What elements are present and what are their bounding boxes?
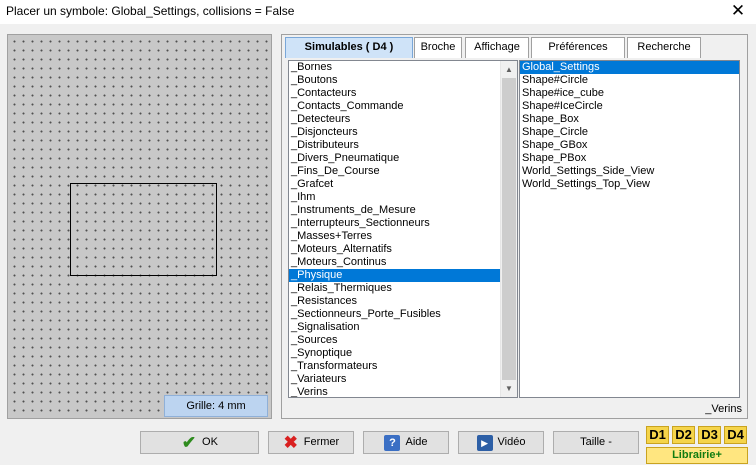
- symbol-list-item[interactable]: World_Settings_Side_View: [520, 165, 739, 178]
- grid-size-label[interactable]: Grille: 4 mm: [164, 395, 268, 417]
- category-list-item[interactable]: _Fins_De_Course: [289, 165, 517, 178]
- symbol-list-item[interactable]: World_Settings_Top_View: [520, 178, 739, 191]
- close-icon[interactable]: ✕: [728, 1, 748, 21]
- tab-affichage[interactable]: Affichage: [465, 37, 529, 58]
- category-list-item[interactable]: _Transformateurs: [289, 360, 517, 373]
- video-button[interactable]: ▶ Vidéo: [458, 431, 544, 454]
- scroll-up-icon[interactable]: ▲: [501, 61, 517, 78]
- category-list-item[interactable]: _Interrupteurs_Sectionneurs: [289, 217, 517, 230]
- scroll-down-icon[interactable]: ▼: [501, 380, 517, 397]
- size-button[interactable]: Taille -: [553, 431, 639, 454]
- category-list-item[interactable]: _Masses+Terres: [289, 230, 517, 243]
- symbol-list-item[interactable]: Shape#IceCircle: [520, 100, 739, 113]
- close-label: Fermer: [303, 436, 340, 448]
- category-items: _Bornes _Boutons _Contacteurs _Contacts_Com…: [289, 61, 517, 397]
- help-icon: ?: [384, 434, 401, 451]
- category-list-item[interactable]: _Contacteurs: [289, 87, 517, 100]
- scroll-thumb[interactable]: [502, 78, 516, 380]
- symbol-list-item[interactable]: Shape_PBox: [520, 152, 739, 165]
- symbol-list-item[interactable]: Shape#Circle: [520, 74, 739, 87]
- library-d2-button[interactable]: D2: [672, 426, 695, 444]
- category-list-item[interactable]: _Contacts_Commande: [289, 100, 517, 113]
- category-list-item[interactable]: _Synoptique: [289, 347, 517, 360]
- category-list-item[interactable]: _Bornes: [289, 61, 517, 74]
- category-list-item[interactable]: _Variateurs: [289, 373, 517, 386]
- category-list-item[interactable]: _Distributeurs: [289, 139, 517, 152]
- symbol-items: Global_Settings Shape#Circle Shape#ice_cub…: [520, 61, 739, 191]
- help-button[interactable]: ? Aide: [363, 431, 449, 454]
- category-list-item[interactable]: _Sources: [289, 334, 517, 347]
- placement-canvas[interactable]: [7, 34, 272, 419]
- tab-broche[interactable]: Broche: [414, 37, 462, 58]
- current-library-label: _Verins: [705, 403, 742, 415]
- category-list-item[interactable]: _Moteurs_Continus: [289, 256, 517, 269]
- window-title: Placer un symbole: Global_Settings, coll…: [6, 4, 295, 18]
- category-scrollbar[interactable]: ▲ ▼: [500, 61, 517, 397]
- category-list-item[interactable]: _Instruments_de_Mesure: [289, 204, 517, 217]
- size-label: Taille -: [580, 436, 612, 448]
- symbol-list[interactable]: Global_Settings Shape#Circle Shape#ice_cub…: [519, 60, 740, 398]
- category-list-item[interactable]: _Detecteurs: [289, 113, 517, 126]
- category-list-item[interactable]: _Resistances: [289, 295, 517, 308]
- tab-simulables[interactable]: Simulables ( D4 ): [285, 37, 413, 58]
- category-list-item[interactable]: _Signalisation: [289, 321, 517, 334]
- category-list-item[interactable]: _Moteurs_Alternatifs: [289, 243, 517, 256]
- symbol-list-item[interactable]: Global_Settings: [520, 61, 739, 74]
- library-d3-button[interactable]: D3: [698, 426, 721, 444]
- check-icon: ✔: [181, 432, 197, 452]
- category-list[interactable]: _Bornes _Boutons _Contacteurs _Contacts_Com…: [288, 60, 518, 398]
- close-button[interactable]: ✖ Fermer: [268, 431, 354, 454]
- ok-button[interactable]: ✔ OK: [140, 431, 259, 454]
- library-d4-button[interactable]: D4: [724, 426, 747, 444]
- category-list-item[interactable]: _Sectionneurs_Porte_Fusibles: [289, 308, 517, 321]
- library-plus-button[interactable]: Librairie+: [646, 447, 748, 464]
- title-bar: Placer un symbole: Global_Settings, coll…: [0, 0, 756, 24]
- symbol-list-item[interactable]: Shape_Circle: [520, 126, 739, 139]
- help-label: Aide: [405, 436, 428, 448]
- category-list-item[interactable]: _Disjoncteurs: [289, 126, 517, 139]
- video-label: Vidéo: [497, 436, 526, 448]
- red-x-icon: ✖: [283, 432, 298, 452]
- category-list-item[interactable]: _Grafcet: [289, 178, 517, 191]
- ok-label: OK: [202, 436, 218, 448]
- symbol-preview: [70, 183, 217, 276]
- symbol-list-item[interactable]: Shape_GBox: [520, 139, 739, 152]
- category-list-item[interactable]: _Physique: [289, 269, 517, 282]
- symbol-list-item[interactable]: Shape_Box: [520, 113, 739, 126]
- library-d1-button[interactable]: D1: [646, 426, 669, 444]
- category-list-item[interactable]: _Ihm: [289, 191, 517, 204]
- tab-recherche[interactable]: Recherche: [627, 37, 701, 58]
- category-list-item[interactable]: _Divers_Pneumatique: [289, 152, 517, 165]
- category-list-item[interactable]: _Boutons: [289, 74, 517, 87]
- category-list-item[interactable]: _Verins: [289, 386, 517, 397]
- tab-preferences[interactable]: Préférences: [531, 37, 625, 58]
- film-icon: ▶: [476, 434, 493, 451]
- category-list-item[interactable]: _Relais_Thermiques: [289, 282, 517, 295]
- symbol-list-item[interactable]: Shape#ice_cube: [520, 87, 739, 100]
